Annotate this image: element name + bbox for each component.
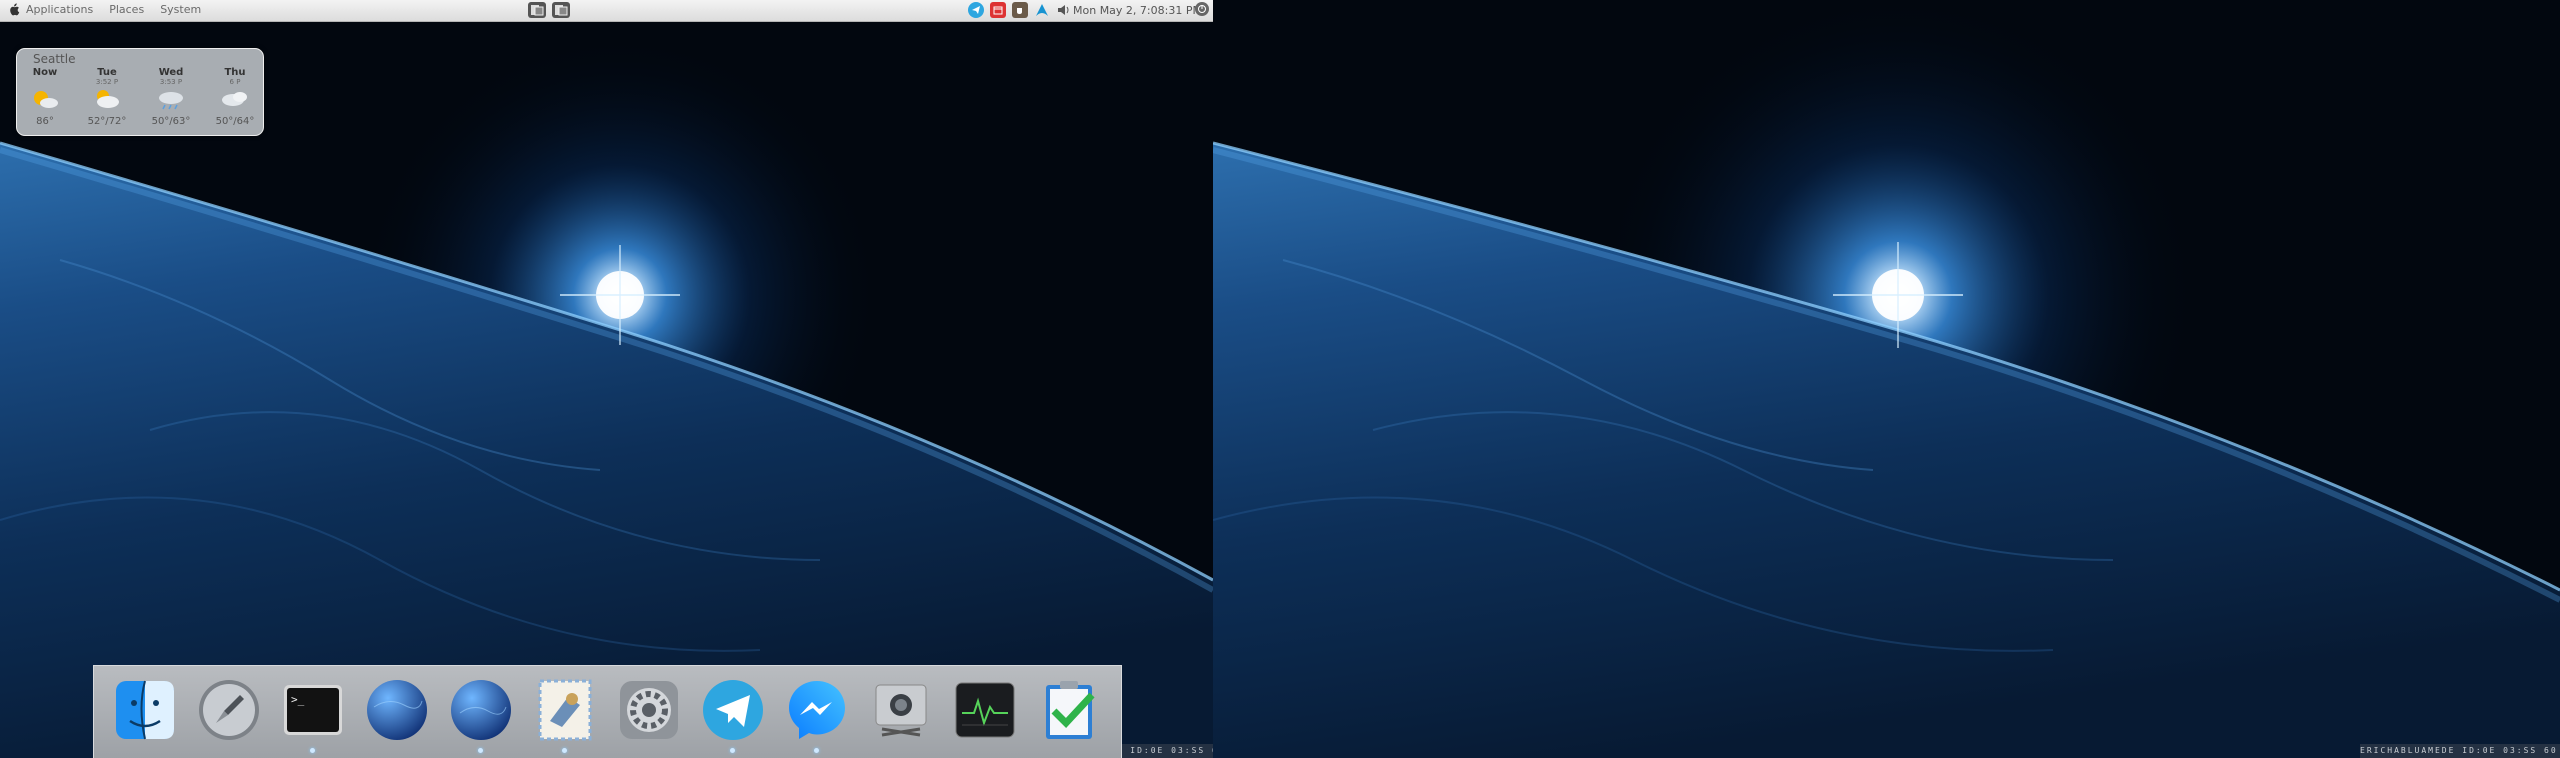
rain-cloud-icon — [159, 92, 183, 110]
terminal-dock-icon[interactable]: >_ — [280, 677, 346, 753]
weather-day-thu: Thu 6 P 50°/64° — [209, 67, 261, 127]
window-switcher-icon-2[interactable] — [552, 2, 570, 18]
tasks-dock-icon[interactable] — [1036, 677, 1102, 743]
running-indicator — [814, 748, 819, 753]
finder-dock-icon[interactable] — [112, 677, 178, 743]
weather-widget: Seattle Now 86° Tue 3:52 P 52°/72° Wed 3… — [16, 48, 264, 136]
browser-dock-icon-2[interactable] — [448, 677, 514, 753]
running-indicator — [562, 748, 567, 753]
day-temp: 52°/72° — [87, 116, 127, 127]
shutdown-area — [1195, 2, 1213, 16]
telegram-dock-icon[interactable] — [700, 677, 766, 753]
panel-clock[interactable]: Mon May 2, 7:08:31 PM — [1073, 4, 1202, 17]
window-list — [528, 2, 576, 18]
weather-city: Seattle — [33, 52, 76, 66]
day-temp: 50°/64° — [215, 116, 255, 127]
window-switcher-icon[interactable] — [528, 2, 546, 18]
running-indicator — [310, 748, 315, 753]
launchpad-dock-icon[interactable] — [196, 677, 262, 743]
weather-day-wed: Wed 3:53 P 50°/63° — [145, 67, 197, 127]
panel-menu: Applications Places System — [8, 3, 217, 16]
day-sub — [19, 78, 71, 87]
right-monitor: ERICHABLUAMEDE ID:0E 03:SS 60 — [1213, 0, 2560, 758]
arch-tray-icon[interactable] — [1034, 2, 1050, 18]
running-indicator — [478, 748, 483, 753]
system-menu[interactable]: System — [160, 3, 201, 16]
day-name: Thu — [224, 67, 246, 78]
svg-text:>_: >_ — [291, 693, 305, 706]
coffee-tray-icon[interactable] — [1012, 2, 1028, 18]
screenshot-dock-icon[interactable] — [868, 677, 934, 743]
day-temp: 50°/63° — [151, 116, 191, 127]
day-temp: 86° — [36, 116, 54, 127]
day-name: Wed — [158, 67, 184, 78]
weather-day-now: Now 86° — [19, 67, 71, 127]
mail-dock-icon[interactable] — [532, 677, 598, 753]
sun-cloud-icon — [34, 91, 58, 108]
day-name: Now — [32, 67, 58, 78]
day-name: Tue — [97, 67, 117, 78]
system-preferences-dock-icon[interactable] — [616, 677, 682, 743]
running-indicator — [730, 748, 735, 753]
day-sub: 3:52 P — [95, 78, 119, 86]
day-sub: 3:53 P — [159, 78, 183, 86]
places-menu[interactable]: Places — [109, 3, 144, 16]
telegram-tray-icon[interactable] — [968, 2, 984, 18]
activity-monitor-dock-icon[interactable] — [952, 677, 1018, 743]
apple-icon[interactable] — [8, 3, 20, 16]
space-wallpaper — [1213, 0, 2560, 758]
volume-icon[interactable] — [1056, 2, 1072, 18]
messenger-dock-icon[interactable] — [784, 677, 850, 753]
power-icon[interactable] — [1195, 2, 1209, 16]
dock: >_ — [93, 665, 1122, 758]
weather-day-tue: Tue 3:52 P 52°/72° — [81, 67, 133, 127]
calendar-tray-icon[interactable] — [990, 2, 1006, 18]
top-panel: Applications Places System Mon May 2, 7:… — [0, 0, 1213, 22]
cloud-icon — [222, 92, 247, 106]
system-tray — [968, 2, 1078, 18]
left-monitor: Applications Places System Mon May 2, 7:… — [0, 0, 1213, 758]
conky-strip-right: ERICHABLUAMEDE ID:0E 03:SS 60 — [2360, 744, 2560, 758]
applications-menu[interactable]: Applications — [26, 3, 93, 16]
day-sub: 6 P — [229, 78, 241, 86]
browser-dock-icon[interactable] — [364, 677, 430, 743]
sun-cloud-icon — [97, 90, 119, 108]
